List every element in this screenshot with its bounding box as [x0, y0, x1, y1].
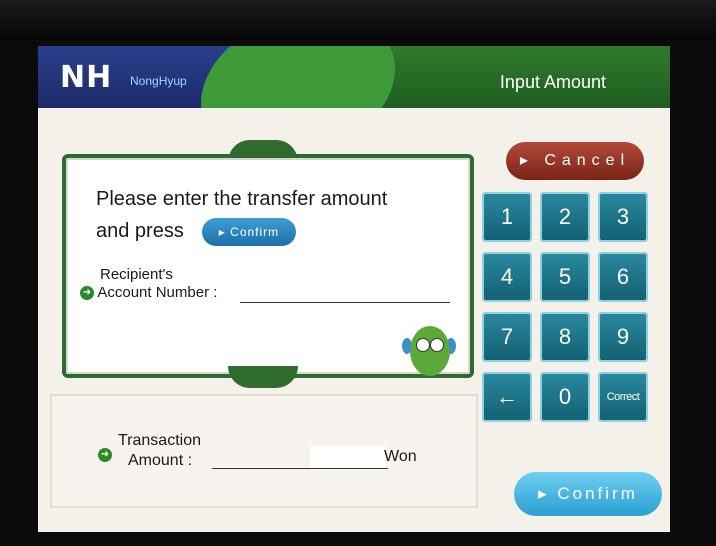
- instruction-text-line1: Please enter the transfer amount: [96, 188, 388, 210]
- amount-field: [310, 446, 386, 468]
- key-7[interactable]: 7: [482, 312, 532, 362]
- page-title: Input Amount: [499, 72, 606, 92]
- amount-label-line2: Amount :: [128, 452, 193, 469]
- key-5[interactable]: 5: [540, 252, 590, 302]
- recipient-underline: [240, 302, 450, 303]
- mascot-character: [398, 318, 458, 382]
- currency-unit: Won: [384, 448, 417, 465]
- header-bar: NH NongHyup Input Amount: [38, 46, 670, 108]
- amount-underline: [212, 468, 388, 469]
- play-arrow-icon: ▸: [218, 225, 226, 239]
- correct-key[interactable]: Correct: [598, 372, 648, 422]
- amount-label-line1: Transaction: [118, 432, 201, 449]
- recipient-label-line2: ➜ Account Number :: [80, 284, 217, 301]
- play-arrow-icon: ▸: [538, 484, 550, 503]
- confirm-button[interactable]: ▸ Confirm: [514, 472, 662, 516]
- bank-logo: NH: [60, 60, 113, 95]
- green-arrow-icon: ➜: [80, 286, 94, 301]
- inline-confirm-label: Confirm: [230, 225, 280, 239]
- instruction-text-line2: and press: [96, 220, 184, 242]
- play-arrow-icon: ▸: [519, 152, 534, 169]
- atm-screen: NH NongHyup Input Amount Please enter th…: [38, 46, 670, 532]
- key-9[interactable]: 9: [598, 312, 648, 362]
- panel-tab-bottom: [228, 366, 298, 388]
- atm-bezel: [0, 0, 716, 40]
- key-2[interactable]: 2: [540, 192, 590, 242]
- key-4[interactable]: 4: [482, 252, 532, 302]
- key-6[interactable]: 6: [598, 252, 648, 302]
- cancel-button[interactable]: ▸ Cancel: [506, 142, 644, 180]
- bank-logo-subtitle: NongHyup: [130, 74, 187, 88]
- key-1[interactable]: 1: [482, 192, 532, 242]
- recipient-account-field: [240, 282, 420, 304]
- green-arrow-icon: ➜: [98, 447, 112, 462]
- key-8[interactable]: 8: [540, 312, 590, 362]
- recipient-label-line1: Recipient's: [100, 266, 173, 283]
- key-0[interactable]: 0: [540, 372, 590, 422]
- amount-panel: ➜ Transaction Amount : Won: [50, 394, 478, 508]
- key-3[interactable]: 3: [598, 192, 648, 242]
- inline-confirm-hint: ▸ Confirm: [202, 218, 296, 246]
- backspace-key[interactable]: ←: [482, 372, 532, 422]
